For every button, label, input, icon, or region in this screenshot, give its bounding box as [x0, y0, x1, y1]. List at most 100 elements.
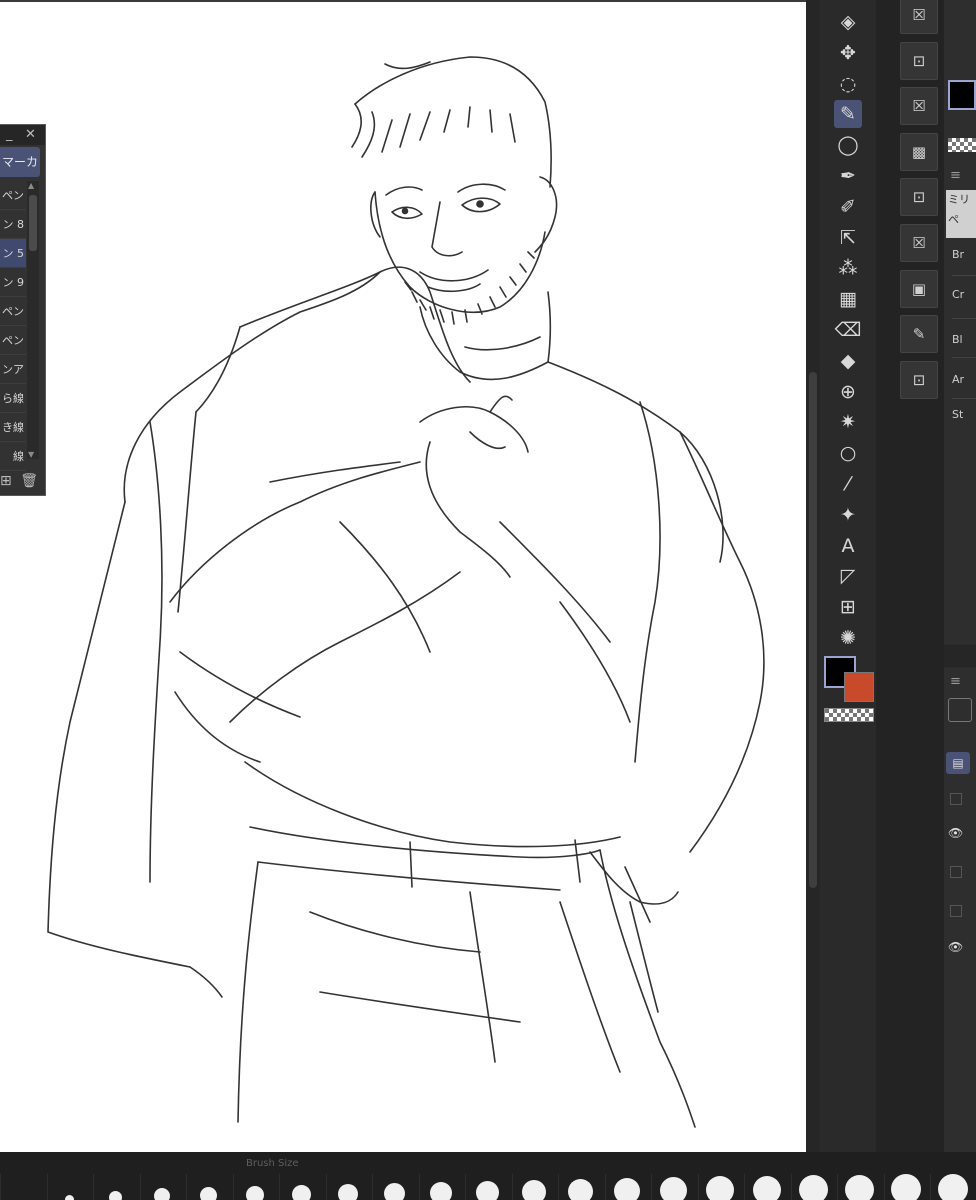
- brush-list-item[interactable]: ペン: [0, 326, 26, 355]
- brush-list: ペンン 8ン 5ン 9 ペン ペン ンア ら線 き線線: [0, 181, 26, 471]
- brush-list-item[interactable]: ン 5: [0, 239, 26, 268]
- brush-size-dot: [891, 1174, 921, 1200]
- text-icon[interactable]: A: [834, 532, 862, 560]
- gradient-icon[interactable]: ▦: [834, 285, 862, 313]
- layer-visibility-checkbox[interactable]: [950, 905, 962, 917]
- image-icon[interactable]: ▣: [900, 269, 938, 308]
- canvas-scroll-thumb[interactable]: [809, 372, 817, 888]
- add-brush-icon[interactable]: ⊞: [0, 473, 12, 489]
- brush-size-preset[interactable]: [790, 1174, 835, 1200]
- palette-titlebar: _ ✕: [0, 125, 45, 145]
- ellipse-icon[interactable]: ○: [834, 439, 862, 467]
- brush-size-preset[interactable]: [837, 1174, 881, 1200]
- brush-list-item[interactable]: ら線: [0, 384, 26, 413]
- delete-brush-icon[interactable]: 🗑: [20, 473, 38, 489]
- brush-size-preset[interactable]: [325, 1174, 370, 1200]
- scroll-down-icon[interactable]: ▼: [28, 450, 34, 459]
- brush-size-dot: [660, 1177, 687, 1200]
- right-panels: ≡ ミリペ Br Cr Bl Ar St ≡ ▤ 👁 👁: [944, 0, 976, 1152]
- brush-size-dot: [338, 1184, 358, 1200]
- brush-size-preset[interactable]: [604, 1174, 649, 1200]
- brush-list-item[interactable]: 線: [0, 442, 26, 471]
- brush-list-item[interactable]: ンア: [0, 355, 26, 384]
- lasso-icon[interactable]: ◯: [834, 131, 862, 159]
- brush-list-item[interactable]: ペン: [0, 297, 26, 326]
- pen-icon[interactable]: ✎: [834, 100, 862, 129]
- brush-size-preset[interactable]: [651, 1174, 695, 1200]
- brush-size-preset[interactable]: [372, 1174, 416, 1200]
- eye-icon[interactable]: 👁: [948, 826, 963, 840]
- select-arrow-icon[interactable]: ⇱: [834, 224, 862, 252]
- close-button[interactable]: ✕: [25, 126, 36, 144]
- brush-list-item[interactable]: き線: [0, 413, 26, 442]
- drawing-canvas[interactable]: [0, 2, 806, 1152]
- layer-lock-icon[interactable]: ⊡: [900, 41, 938, 80]
- brush-size-palette: Brush Size: [0, 1152, 976, 1200]
- color-preview-main[interactable]: [948, 80, 976, 110]
- layer-icon[interactable]: ⊡: [900, 178, 938, 217]
- clear-icon[interactable]: ☒: [900, 224, 938, 262]
- color-preview-transparent[interactable]: [948, 138, 976, 152]
- sub-color-swatch[interactable]: [844, 672, 874, 702]
- brush-size-dot: [845, 1175, 874, 1200]
- brush-list-item[interactable]: ペン: [0, 181, 26, 210]
- brush-size-dot: [706, 1176, 734, 1200]
- tab-marker[interactable]: マーカ: [0, 147, 40, 177]
- mesh-icon[interactable]: ⊕: [834, 378, 862, 406]
- brush-size-preset[interactable]: [558, 1174, 602, 1200]
- sparkle-icon[interactable]: ✷: [834, 408, 862, 436]
- brush-size-preset[interactable]: [930, 1174, 974, 1200]
- brush-icon[interactable]: ✐: [834, 193, 862, 221]
- layer-visibility-checkbox[interactable]: [950, 866, 962, 878]
- panel-divider-bar: [944, 645, 976, 667]
- transparent-icon[interactable]: ▩: [900, 132, 938, 171]
- clear-icon[interactable]: ☒: [900, 87, 938, 126]
- edit-icon[interactable]: ✎: [900, 315, 938, 354]
- brush-size-preset[interactable]: [511, 1174, 556, 1200]
- panel-menu-icon[interactable]: ≡: [950, 168, 961, 183]
- brush-size-preset[interactable]: [744, 1174, 788, 1200]
- eye-icon[interactable]: 👁: [948, 940, 963, 954]
- brush-size-preset[interactable]: [697, 1174, 742, 1200]
- clear-icon[interactable]: ☒: [900, 0, 938, 34]
- brush-size-dot: [292, 1185, 311, 1200]
- brush-size-preset[interactable]: [883, 1174, 928, 1200]
- brush-list-scroll-thumb[interactable]: [29, 195, 37, 251]
- eyedropper-icon[interactable]: ✒: [834, 162, 862, 190]
- scroll-up-icon[interactable]: ▲: [28, 181, 34, 190]
- brush-size-preset[interactable]: [418, 1174, 463, 1200]
- transparent-color-swatch[interactable]: [824, 708, 874, 722]
- panel-icon[interactable]: ⊞: [834, 593, 862, 621]
- brush-list-item[interactable]: ン 9: [0, 268, 26, 297]
- prop-anti-aliasing: Ar: [952, 373, 965, 386]
- layer-visibility-checkbox[interactable]: [950, 793, 962, 805]
- layer-move-icon[interactable]: ◈: [834, 8, 862, 36]
- brush-size-preset[interactable]: [279, 1174, 323, 1200]
- brush-list-item[interactable]: ン 8: [0, 210, 26, 239]
- brush-size-preset[interactable]: [93, 1174, 137, 1200]
- airbrush-icon[interactable]: ⁂: [834, 254, 862, 282]
- eraser-icon[interactable]: ⌫: [834, 316, 862, 344]
- layer-list-icon[interactable]: ▤: [946, 752, 970, 774]
- layer-mode-icon[interactable]: [948, 698, 972, 722]
- brush-size-dot: [522, 1180, 546, 1200]
- brush-size-preset[interactable]: [186, 1174, 230, 1200]
- minimize-button[interactable]: _: [6, 126, 13, 144]
- brush-size-preset[interactable]: [232, 1174, 277, 1200]
- brush-size-preset[interactable]: [46, 1174, 91, 1200]
- fill-icon[interactable]: ◆: [834, 347, 862, 375]
- star-icon[interactable]: ✦: [834, 501, 862, 529]
- brush-name-field[interactable]: ミリペ: [946, 190, 976, 238]
- burst-icon[interactable]: ✺: [834, 624, 862, 652]
- rotate-icon[interactable]: ◌: [834, 70, 862, 98]
- palette-footer: ⊞ 🗑: [0, 473, 38, 489]
- layer-panel-menu-icon[interactable]: ≡: [950, 674, 961, 689]
- layer-lock-icon[interactable]: ⊡: [900, 360, 938, 399]
- brush-list-scrollbar[interactable]: ▲ ▼: [27, 181, 39, 459]
- brush-size-preset[interactable]: [0, 1174, 44, 1200]
- pipette-icon[interactable]: ⁄: [834, 470, 862, 498]
- brush-size-preset[interactable]: [465, 1174, 509, 1200]
- move-icon[interactable]: ✥: [834, 39, 862, 67]
- frame-icon[interactable]: ◸: [834, 562, 862, 590]
- brush-size-preset[interactable]: [139, 1174, 184, 1200]
